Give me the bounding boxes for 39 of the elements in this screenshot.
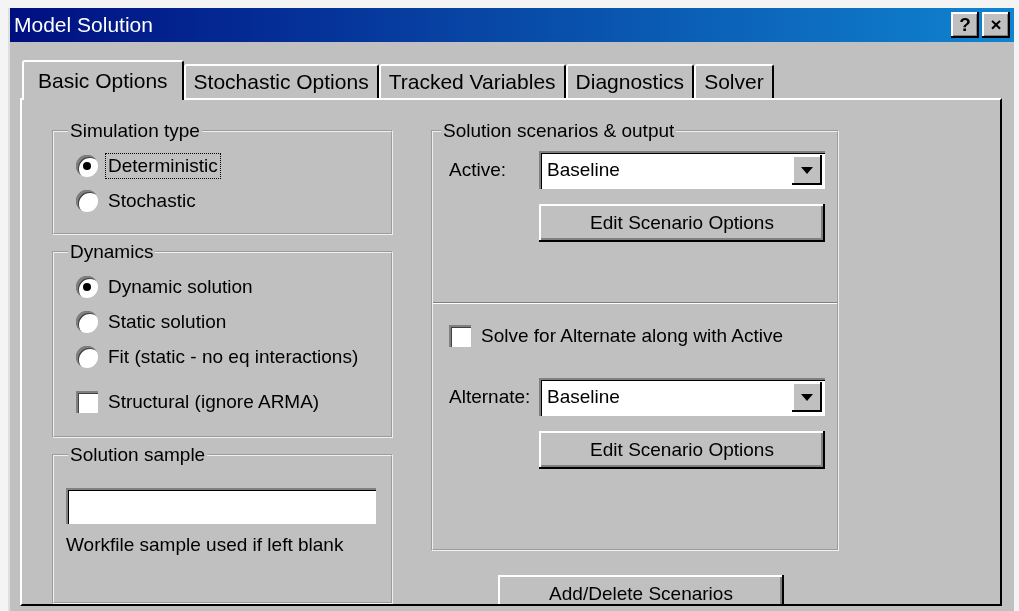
radio-button[interactable]: [76, 189, 98, 212]
scenario-dropdown[interactable]: Baseline: [539, 151, 825, 189]
group-title: Solution sample: [69, 444, 207, 466]
field-label: Alternate:: [449, 386, 532, 408]
window-title: Model Solution: [14, 13, 153, 37]
option-label: Deterministic: [106, 153, 220, 178]
tab[interactable]: Basic Options: [22, 60, 184, 100]
dropdown-value: Baseline: [547, 386, 620, 408]
tab[interactable]: Solver: [694, 64, 774, 98]
tab[interactable]: Tracked Variables: [378, 64, 566, 98]
group-title: Dynamics: [69, 241, 155, 264]
field-label: Active:: [449, 159, 508, 181]
help-button[interactable]: ?: [951, 12, 979, 38]
checkbox[interactable]: [449, 324, 471, 347]
option-label: Static solution: [107, 309, 228, 334]
hint-text: Workfile sample used if left blank: [66, 534, 344, 555]
checkbox-label: Structural (ignore ARMA): [107, 389, 321, 414]
checkbox-label: Solve for Alternate along with Active: [480, 323, 785, 348]
group-title: Simulation type: [69, 120, 201, 142]
group-title: Solution scenarios & output: [442, 120, 676, 142]
sample-input-field[interactable]: [66, 488, 376, 524]
edit-scenario-button[interactable]: Edit Scenario Options: [539, 204, 825, 242]
radio-button[interactable]: [76, 275, 98, 298]
checkbox[interactable]: [76, 390, 98, 413]
option-label: Stochastic: [107, 188, 197, 213]
dropdown-arrow-icon: [801, 166, 813, 174]
radio-button[interactable]: [76, 345, 98, 368]
scenario-dropdown[interactable]: Baseline: [539, 378, 825, 416]
tab[interactable]: Stochastic Options: [183, 64, 379, 98]
close-button[interactable]: ×: [982, 12, 1010, 38]
tab[interactable]: Diagnostics: [565, 64, 695, 98]
option-label: Fit (static - no eq interactions): [107, 344, 360, 369]
dropdown-arrow-icon: [801, 393, 813, 401]
edit-scenario-button[interactable]: Edit Scenario Options: [539, 431, 825, 469]
radio-button[interactable]: [76, 154, 98, 177]
add-delete-scenarios-button[interactable]: Add/Delete Scenarios: [498, 575, 784, 604]
option-label: Dynamic solution: [107, 274, 254, 299]
radio-button[interactable]: [76, 310, 98, 333]
dropdown-value: Baseline: [547, 159, 620, 181]
